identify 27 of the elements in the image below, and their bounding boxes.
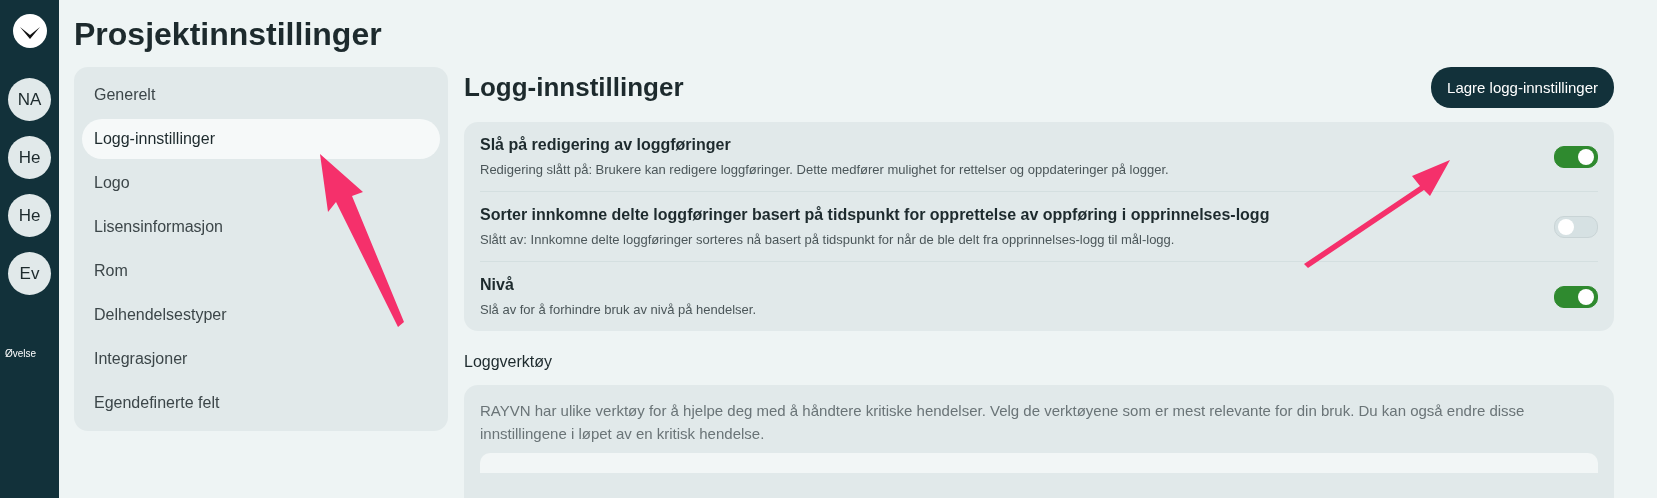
setting-title: Nivå bbox=[480, 276, 515, 294]
nav-item[interactable]: Rom bbox=[82, 251, 440, 291]
avatar[interactable]: He bbox=[8, 136, 51, 179]
nav-item[interactable]: Lisensinformasjon bbox=[82, 207, 440, 247]
toggle-switch[interactable] bbox=[1554, 145, 1598, 168]
nav-item[interactable]: Egendefinerte felt bbox=[82, 383, 440, 423]
avatar[interactable]: Ev bbox=[8, 252, 51, 295]
page-title: Prosjektinnstillinger bbox=[74, 16, 383, 53]
toggle-switch[interactable] bbox=[1554, 285, 1598, 308]
section-heading: Logg-innstillinger bbox=[464, 72, 684, 103]
nav-item[interactable]: Logo bbox=[82, 163, 440, 203]
setting-description: Slå av for å forhindre bruk av nivå på hendelser. bbox=[480, 302, 757, 317]
nav-item[interactable]: Generelt bbox=[82, 75, 440, 115]
save-button[interactable]: Lagre logg-innstillinger bbox=[1431, 67, 1614, 108]
logo-icon[interactable] bbox=[12, 14, 47, 48]
tools-heading: Loggverktøy bbox=[464, 353, 554, 371]
nav-item[interactable]: Integrasjoner bbox=[82, 339, 440, 379]
setting-title: Slå på redigering av loggføringer bbox=[480, 136, 732, 154]
rail-label: Øvelse bbox=[5, 348, 37, 359]
nav-item[interactable]: Delhendelsestyper bbox=[82, 295, 440, 335]
setting-description: Slått av: Innkomne delte loggføringer sorteres nå basert på tidspunkt for når de ble delt fra opprinnelses-logg til mål-logg. bbox=[480, 232, 1176, 247]
setting-title: Sorter innkomne delte loggføringer basert på tidspunkt for opprettelse av oppføring i opprinnelses-logg bbox=[480, 206, 1270, 224]
tools-description: RAYVN har ulike verktøy for å hjelpe deg med å håndtere kritiske hendelser. Velg de verktøyene som er mest relevante for din bruk. Du kan også endre disse innstillingene i løpet av en kritisk hendelse. bbox=[480, 401, 1526, 444]
nav-item[interactable]: Logg-innstillinger bbox=[82, 119, 440, 159]
avatar[interactable]: NA bbox=[8, 78, 51, 121]
avatar[interactable]: He bbox=[8, 194, 51, 237]
setting-description: Redigering slått på: Brukere kan redigere loggføringer. Dette medfører mulighet for rettelser og oppdateringer på logger. bbox=[480, 162, 1169, 177]
